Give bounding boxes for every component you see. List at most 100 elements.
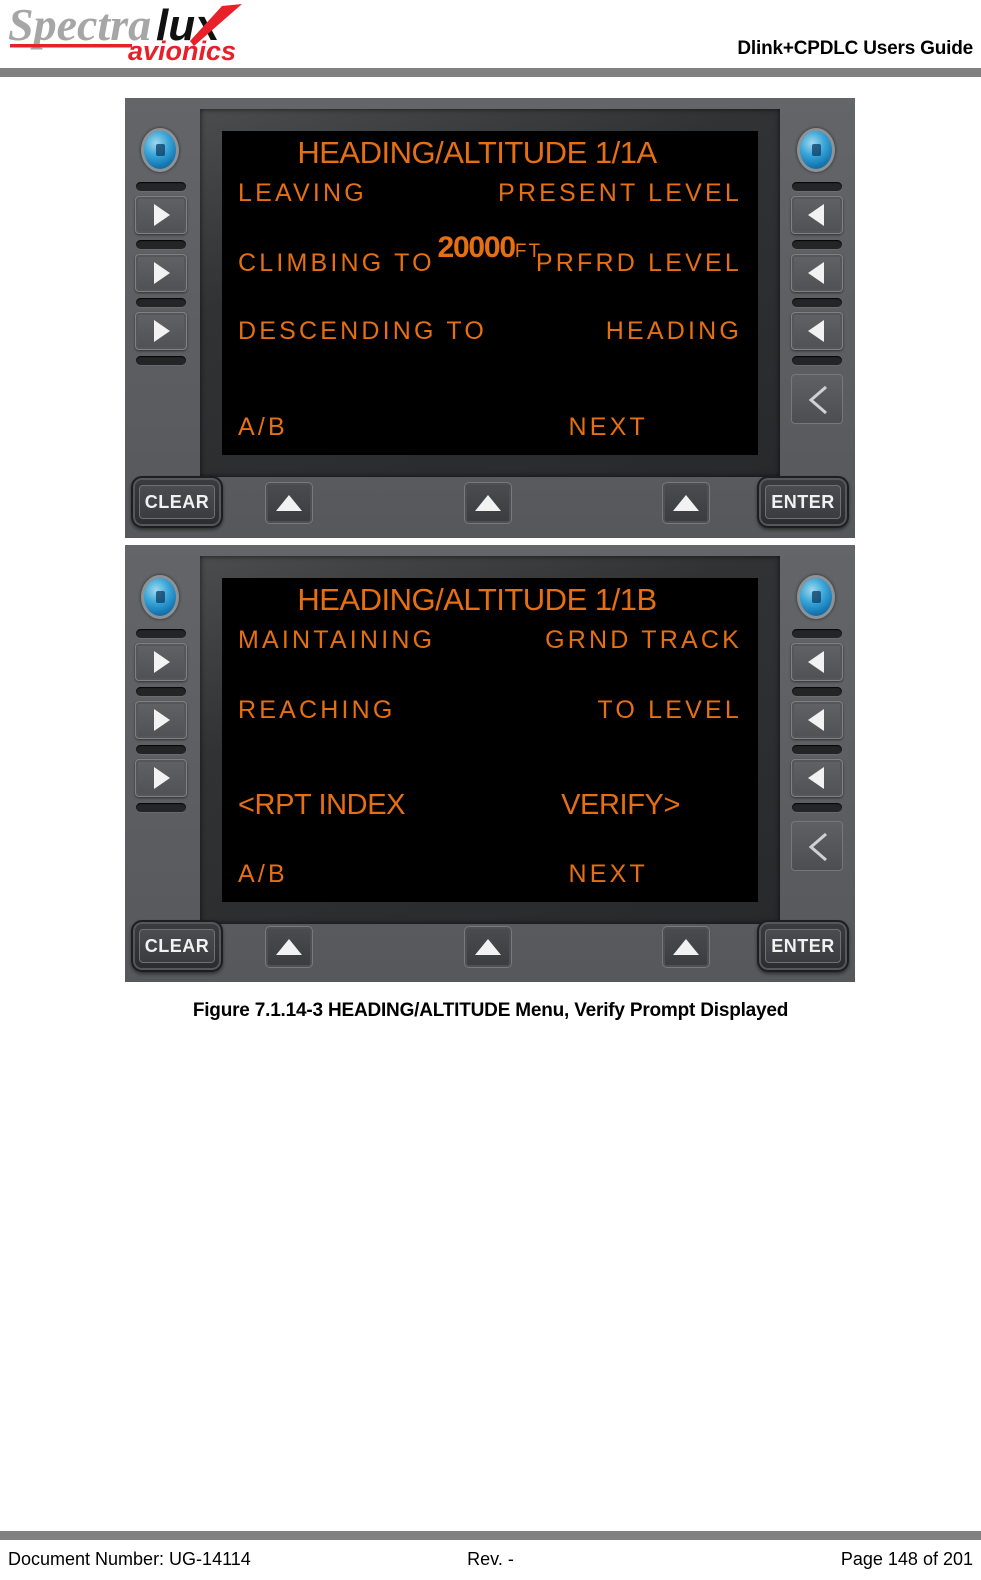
triangle-up-icon	[276, 939, 302, 955]
document-header-title: Dlink+CPDLC Users Guide	[737, 38, 973, 59]
line-select-right-1[interactable]	[791, 643, 843, 681]
scroll-up-button-2b[interactable]	[464, 926, 512, 968]
lcd-line-right[interactable]: PRFRD LEVEL	[536, 251, 742, 276]
key-slot	[136, 629, 186, 638]
back-key-2[interactable]	[791, 821, 843, 871]
spectralux-avionics-logo: Spectra lux avionics	[8, 2, 270, 64]
line-select-right-3[interactable]	[791, 312, 843, 350]
lcd-prompt-ab[interactable]: A/B	[238, 862, 288, 887]
scroll-up-button-2a[interactable]	[265, 926, 313, 968]
lcd-line-left[interactable]: MAINTAINING	[238, 628, 435, 653]
lcd-line-left[interactable]: DESCENDING TO	[238, 319, 487, 344]
bottom-key-row-1: CLEAR ENTER	[125, 474, 855, 530]
triangle-up-icon	[475, 939, 501, 955]
footer-page-number: Page 148 of 201	[840, 1549, 973, 1569]
triangle-left-icon	[808, 651, 824, 673]
triangle-right-icon	[154, 767, 170, 789]
lcd-line-left[interactable]: CLIMBING TO	[238, 251, 435, 276]
brightness-knob-right-1[interactable]	[797, 128, 835, 172]
key-slot	[136, 687, 186, 696]
triangle-left-icon	[808, 767, 824, 789]
lcd-prompt-rpt-index[interactable]: <RPT INDEX	[238, 791, 406, 820]
key-slot	[792, 298, 842, 307]
back-key-1[interactable]	[791, 374, 843, 424]
key-slot	[792, 356, 842, 365]
line-select-right-2[interactable]	[791, 701, 843, 739]
header-divider-rule	[0, 68, 981, 77]
triangle-up-icon	[673, 939, 699, 955]
line-select-left-2[interactable]	[135, 254, 187, 292]
clear-button-1[interactable]: CLEAR	[131, 476, 223, 528]
key-slot	[136, 298, 186, 307]
cdu-unit-2: HEADING/ALTITUDE 1/1B MAINTAINING GRND T…	[125, 545, 855, 982]
lcd-prompt-verify[interactable]: VERIFY>	[561, 791, 680, 820]
cdu-unit-1: HEADING/ALTITUDE 1/1A LEAVING PRESENT LE…	[125, 98, 855, 538]
lcd-line-right[interactable]: TO LEVEL	[597, 698, 742, 723]
line-select-left-2[interactable]	[135, 701, 187, 739]
chevron-left-icon	[808, 385, 827, 415]
lcd-line-left[interactable]: LEAVING	[238, 181, 367, 206]
lcd-bezel-1: HEADING/ALTITUDE 1/1A LEAVING PRESENT LE…	[200, 109, 780, 477]
triangle-left-icon	[808, 320, 824, 342]
line-select-right-1[interactable]	[791, 196, 843, 234]
lcd-title-1: HEADING/ALTITUDE 1/1A	[297, 135, 657, 170]
line-select-right-2[interactable]	[791, 254, 843, 292]
svg-text:avionics: avionics	[128, 36, 236, 64]
triangle-right-icon	[154, 204, 170, 226]
triangle-up-icon	[673, 495, 699, 511]
lcd-line-right[interactable]: PRESENT LEVEL	[498, 181, 742, 206]
scroll-up-button-1c[interactable]	[662, 482, 710, 524]
key-slot	[136, 182, 186, 191]
clear-button-label: CLEAR	[139, 485, 215, 519]
triangle-left-icon	[808, 262, 824, 284]
triangle-up-icon	[475, 495, 501, 511]
brightness-knob-left-2[interactable]	[141, 575, 179, 619]
triangle-right-icon	[154, 651, 170, 673]
lcd-line-4: A/B NEXT	[222, 862, 758, 887]
key-slot	[792, 687, 842, 696]
key-slot	[792, 803, 842, 812]
clear-button-label: CLEAR	[139, 929, 215, 963]
line-select-left-1[interactable]	[135, 196, 187, 234]
lcd-line-right[interactable]: HEADING	[606, 319, 742, 344]
enter-button-1[interactable]: ENTER	[757, 476, 849, 528]
line-select-right-3[interactable]	[791, 759, 843, 797]
brightness-knob-right-2[interactable]	[797, 575, 835, 619]
left-key-column-1	[128, 112, 196, 478]
lcd-title-2: HEADING/ALTITUDE 1/1B	[297, 582, 657, 617]
triangle-right-icon	[154, 709, 170, 731]
triangle-left-icon	[808, 709, 824, 731]
lcd-line-1: MAINTAINING GRND TRACK	[222, 628, 758, 653]
scroll-up-button-2c[interactable]	[662, 926, 710, 968]
scroll-up-button-1a[interactable]	[265, 482, 313, 524]
lcd-prompt-next[interactable]: NEXT	[569, 415, 648, 440]
triangle-left-icon	[808, 204, 824, 226]
key-slot	[792, 182, 842, 191]
lcd-line-2: REACHING TO LEVEL	[222, 698, 758, 723]
line-select-left-3[interactable]	[135, 759, 187, 797]
lcd-line-left[interactable]: REACHING	[238, 698, 396, 723]
triangle-right-icon	[154, 262, 170, 284]
key-slot	[136, 356, 186, 365]
key-slot	[136, 803, 186, 812]
key-slot	[792, 745, 842, 754]
clear-button-2[interactable]: CLEAR	[131, 920, 223, 972]
left-key-column-2	[128, 559, 196, 925]
enter-button-label: ENTER	[765, 485, 841, 519]
key-slot	[792, 629, 842, 638]
line-select-left-1[interactable]	[135, 643, 187, 681]
figure-caption: Figure 7.1.14-3 HEADING/ALTITUDE Menu, V…	[192, 1000, 789, 1021]
enter-button-2[interactable]: ENTER	[757, 920, 849, 972]
lcd-line-right[interactable]: GRND TRACK	[545, 628, 742, 653]
scroll-up-button-1b[interactable]	[464, 482, 512, 524]
triangle-up-icon	[276, 495, 302, 511]
lcd-screen-2: HEADING/ALTITUDE 1/1B MAINTAINING GRND T…	[222, 578, 758, 902]
lcd-line-3: <RPT INDEX VERIFY>	[222, 791, 758, 820]
brightness-knob-left-1[interactable]	[141, 128, 179, 172]
lcd-line-1: LEAVING PRESENT LEVEL	[222, 181, 758, 206]
enter-button-label: ENTER	[765, 929, 841, 963]
lcd-prompt-ab[interactable]: A/B	[238, 415, 288, 440]
lcd-prompt-next[interactable]: NEXT	[569, 862, 648, 887]
line-select-left-3[interactable]	[135, 312, 187, 350]
right-key-column-2	[784, 559, 852, 925]
